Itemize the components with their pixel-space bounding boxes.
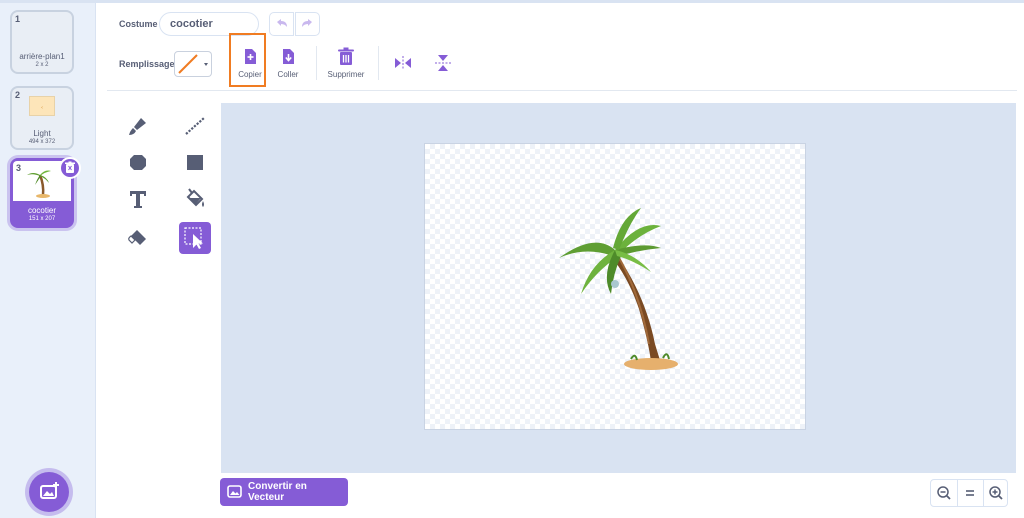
flip-horizontal-button[interactable] [390,53,416,93]
fill-dropdown[interactable] [201,51,212,77]
brush-icon [129,118,146,135]
paste-button[interactable]: Coller [271,46,305,86]
toolbar-divider [107,90,1017,91]
svg-text:‹: ‹ [41,105,43,111]
delete-costume-button[interactable] [59,157,81,179]
paste-icon [283,49,294,64]
costume-size: 151 x 207 [28,216,56,222]
drawing-canvas[interactable] [424,143,806,430]
image-icon [227,485,242,498]
redo-icon [302,19,312,27]
costume-number: 1 [15,14,21,24]
costume-number: 3 [16,163,22,173]
paste-label: Coller [277,70,299,79]
undo-icon [277,19,287,27]
chevron-down-icon [204,63,208,66]
add-image-icon [40,482,59,499]
text-tool[interactable] [122,183,154,215]
zoom-in-button[interactable] [983,480,1009,506]
circle-tool[interactable] [122,146,154,178]
rectangle-icon [187,155,203,170]
line-icon [185,117,205,135]
light-thumbnail-icon: ‹ [41,105,43,111]
costume-label: Costume [119,19,158,29]
costume-tile-1[interactable]: 1 arrière-plan1 2 x 2 [10,10,74,74]
flip-vertical-icon [435,55,451,71]
line-tool[interactable] [179,110,211,142]
circle-icon [130,155,146,170]
undo-redo-group [269,12,321,36]
rectangle-tool[interactable] [179,146,211,178]
convert-label: Convertir en Vecteur [248,481,307,503]
copy-button[interactable]: Copier [233,46,267,86]
paint-editor: Costume Remplissage Copier [107,3,1024,518]
eraser-icon [128,230,146,245]
no-fill-icon [178,54,198,74]
select-tool[interactable] [179,222,211,254]
costume-number: 2 [15,90,21,100]
flip-horizontal-icon [395,56,411,70]
copy-label: Copier [238,70,262,79]
text-icon [130,191,146,208]
costume-name: arrière-plan1 [19,52,65,61]
trash-icon [65,161,75,173]
costume-size: 494 x 372 [28,139,56,145]
costume-list: 1 arrière-plan1 2 x 2 2 ‹ Light 494 x 37… [0,3,96,518]
add-costume-button[interactable] [29,472,69,512]
fill-label: Remplissage [119,59,175,69]
flip-vertical-button[interactable] [430,53,456,93]
zoom-in-icon [989,486,1003,500]
zoom-out-icon [937,486,951,500]
costume-name: Light [33,129,51,138]
fill-color-swatch[interactable] [174,51,202,77]
zoom-out-button[interactable] [931,480,957,506]
zoom-reset-button[interactable] [957,480,983,506]
undo-button[interactable] [269,12,294,36]
canvas-area [221,103,1016,473]
palm-tree-image [559,208,678,370]
fill-tool[interactable] [179,183,211,215]
delete-label: Supprimer [327,70,365,79]
zoom-reset-icon [966,490,974,496]
delete-button[interactable]: Supprimer [324,46,368,86]
convert-to-vector-button[interactable]: Convertir en Vecteur [220,478,348,506]
brush-tool[interactable] [122,110,154,142]
toolbar-separator [378,46,379,80]
paint-bucket-icon [186,188,204,207]
costume-name: cocotier [27,206,56,215]
costume-thumbnail: ‹ [29,96,55,116]
trash-icon [338,47,354,65]
zoom-controls [930,479,1008,507]
toolbar-separator [316,46,317,80]
select-cursor-icon [184,227,203,249]
eraser-tool[interactable] [122,222,154,254]
costume-size: 2 x 2 [35,62,49,68]
copy-icon [245,49,256,64]
redo-button[interactable] [295,12,320,36]
costume-tile-2[interactable]: 2 ‹ Light 494 x 372 [10,86,74,150]
